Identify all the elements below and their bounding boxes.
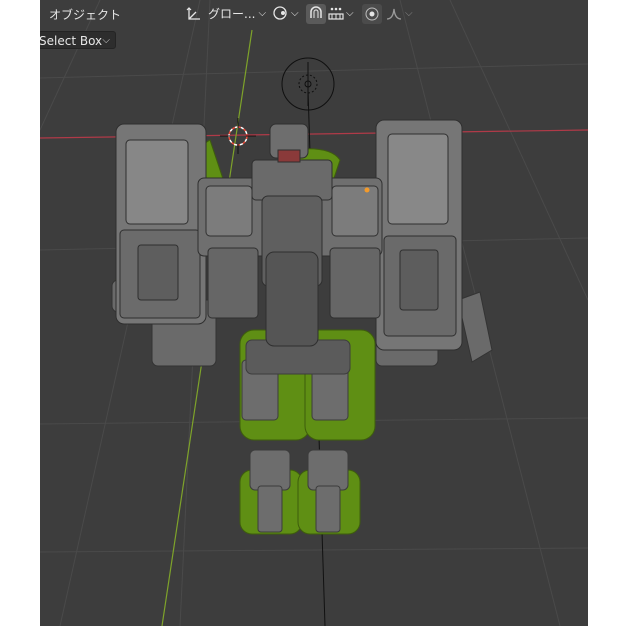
snap-increment-dropdown[interactable]: ⌵ [328,5,354,21]
select-mode-label: Select Box [40,34,103,48]
chevron-down-icon: ⌵ [291,7,299,19]
magnet-icon [310,6,322,18]
chevron-down-icon: ⌵ [405,7,413,19]
select-mode-dropdown[interactable]: Select Box ⌵ [40,31,116,49]
viewport-header: オブジェクト グロー... ⌵ ⌵ ⌵ ⌵ [40,0,588,28]
viewport-scene[interactable] [40,0,588,626]
object-origin-dot [364,187,370,193]
chevron-down-icon: ⌵ [346,7,354,19]
snap-increment-icon [328,7,344,20]
chevron-down-icon: ⌵ [102,35,110,46]
proportional-edit-icon [365,7,379,21]
proportional-edit-button[interactable] [362,4,382,24]
3d-cursor-icon[interactable] [220,118,256,154]
left-shoulder-pod [115,123,207,325]
robot-model[interactable] [111,119,493,535]
pivot-icon [273,6,287,20]
right-shoulder-pod [375,119,463,351]
camera-icon[interactable] [281,57,335,111]
transform-orientation-icon [186,6,200,20]
snap-toggle-button[interactable] [306,4,326,24]
chevron-down-icon: ⌵ [258,8,267,19]
transform-orientation-dropdown[interactable]: グロー... ⌵ [186,5,266,22]
mode-menu[interactable]: オブジェクト [49,6,121,23]
3d-viewport[interactable]: オブジェクト グロー... ⌵ ⌵ ⌵ ⌵ Select Box ⌵ [40,0,588,626]
head [269,123,309,163]
torso [197,159,383,347]
transform-orientation-label: グロー... [208,7,256,21]
falloff-curve-icon [386,8,402,20]
falloff-dropdown[interactable]: ⌵ [386,5,413,21]
pivot-point-dropdown[interactable]: ⌵ [272,5,299,21]
